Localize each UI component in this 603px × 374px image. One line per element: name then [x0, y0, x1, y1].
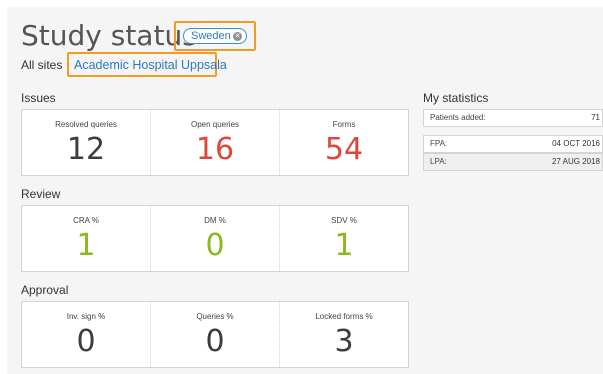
country-filter-highlight: Sweden ✕: [174, 21, 256, 51]
open-queries-cell[interactable]: Open queries 16: [151, 110, 280, 175]
my-statistics-title: My statistics: [423, 91, 489, 105]
locked-forms-percent-label: Locked forms %: [315, 312, 373, 321]
queries-percent-label: Queries %: [196, 312, 234, 321]
dm-percent-label: DM %: [204, 216, 226, 225]
inv-sign-percent-label: Inv. sign %: [66, 312, 106, 321]
dm-percent-value: 0: [205, 228, 225, 263]
sdv-percent-label: SDV %: [331, 216, 357, 225]
remove-filter-icon[interactable]: ✕: [233, 32, 242, 41]
sdv-percent-value: 1: [334, 228, 354, 263]
issues-stats-box: Resolved queries 12 Open queries 16 Form…: [21, 109, 409, 176]
lpa-row: LPA: 27 AUG 2018: [423, 153, 603, 171]
queries-percent-cell[interactable]: Queries % 0: [151, 302, 280, 367]
country-filter-chip-label: Sweden: [191, 30, 231, 42]
queries-percent-value: 0: [205, 324, 225, 359]
cra-percent-cell[interactable]: CRA % 1: [22, 206, 151, 271]
sdv-percent-cell[interactable]: SDV % 1: [280, 206, 408, 271]
cra-percent-value: 1: [76, 228, 96, 263]
fpa-value: 04 OCT 2016: [552, 139, 600, 148]
dm-percent-cell[interactable]: DM % 0: [151, 206, 280, 271]
resolved-queries-value: 12: [66, 132, 106, 167]
forms-cell[interactable]: Forms 54: [280, 110, 408, 175]
approval-stats-box: Inv. sign % 0 Queries % 0 Locked forms %…: [21, 301, 409, 368]
locked-forms-percent-cell[interactable]: Locked forms % 3: [280, 302, 408, 367]
country-filter-chip[interactable]: Sweden ✕: [183, 28, 247, 44]
resolved-queries-cell[interactable]: Resolved queries 12: [22, 110, 151, 175]
open-queries-label: Open queries: [190, 120, 240, 129]
fpa-row: FPA: 04 OCT 2016: [423, 135, 603, 153]
patients-added-label: Patients added:: [430, 113, 486, 122]
study-status-page: Study status Sweden ✕ All sites Academic…: [7, 7, 603, 374]
inv-sign-percent-value: 0: [76, 324, 96, 359]
review-section-label: Review: [21, 187, 61, 201]
lpa-label: LPA:: [430, 157, 447, 166]
cra-percent-label: CRA %: [73, 216, 99, 225]
forms-label: Forms: [332, 120, 356, 129]
selected-site-highlight: Academic Hospital Uppsala: [67, 52, 227, 77]
forms-value: 54: [324, 132, 364, 167]
lpa-value: 27 AUG 2018: [551, 157, 600, 166]
fpa-label: FPA:: [430, 139, 448, 148]
all-sites-link[interactable]: All sites: [21, 58, 62, 72]
locked-forms-percent-value: 3: [334, 324, 354, 359]
resolved-queries-label: Resolved queries: [55, 120, 117, 129]
open-queries-value: 16: [195, 132, 235, 167]
approval-section-label: Approval: [21, 283, 69, 297]
review-stats-box: CRA % 1 DM % 0 SDV % 1: [21, 205, 409, 272]
selected-site-link[interactable]: Academic Hospital Uppsala: [74, 58, 227, 72]
issues-section-label: Issues: [21, 91, 56, 105]
patients-added-value: 71: [591, 113, 600, 122]
patients-added-row: Patients added: 71: [423, 109, 603, 127]
page-title: Study status: [21, 19, 197, 52]
inv-sign-percent-cell[interactable]: Inv. sign % 0: [22, 302, 151, 367]
